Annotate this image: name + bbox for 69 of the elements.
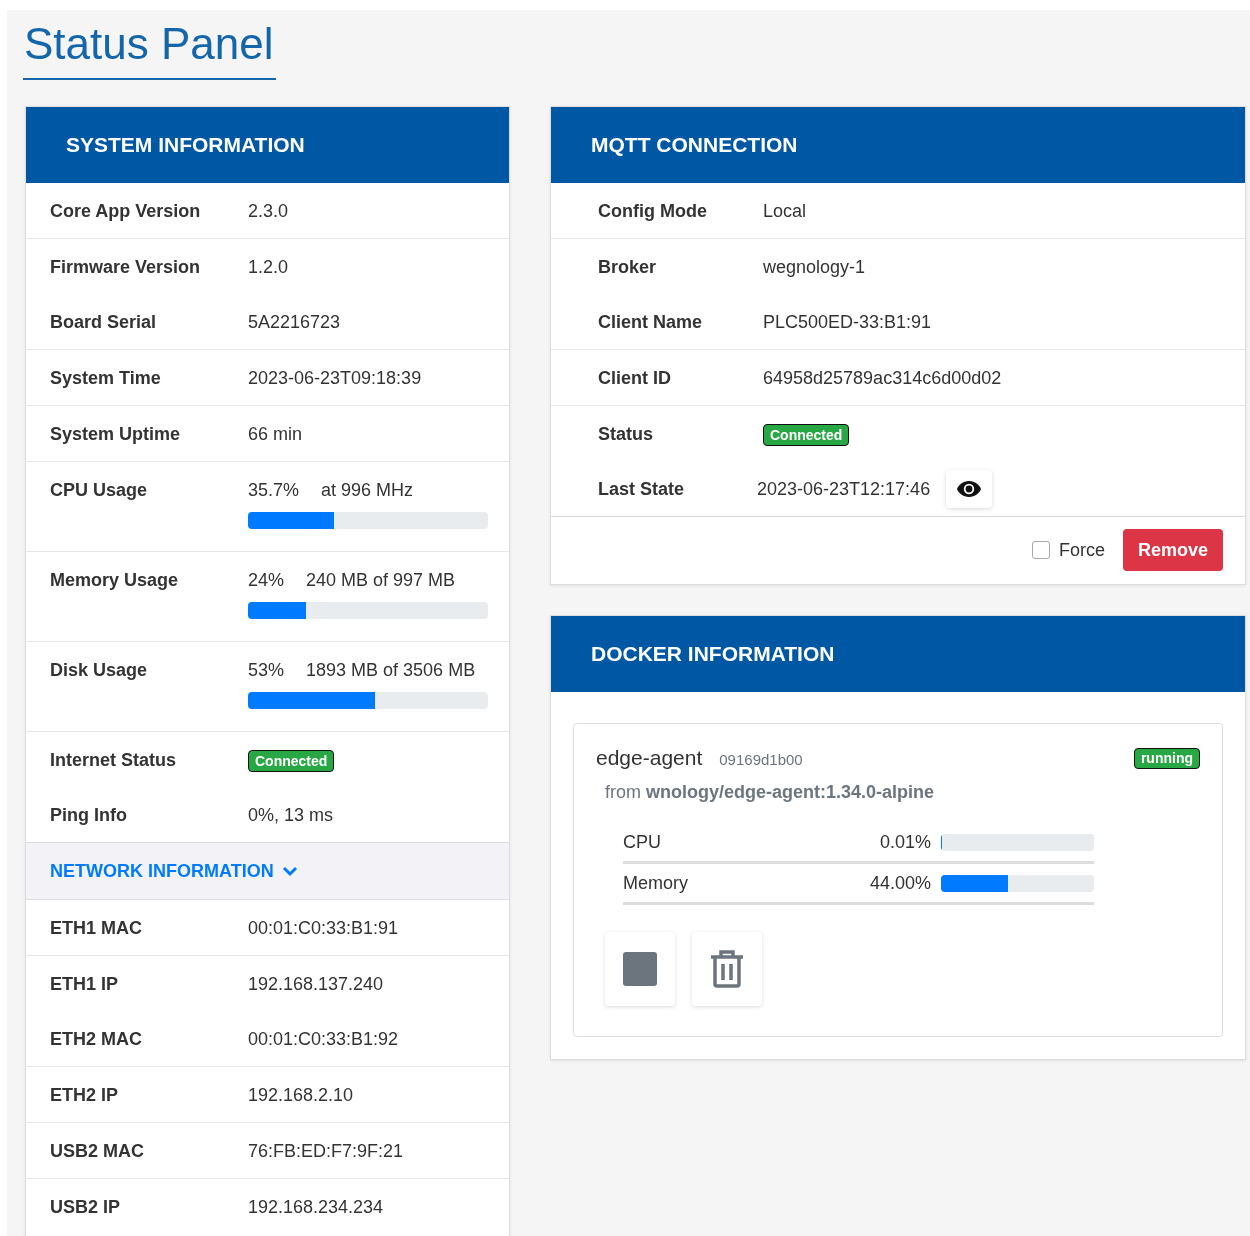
section-toggle[interactable]: NETWORK INFORMATION	[50, 860, 298, 882]
field-label: System Time	[50, 367, 162, 390]
card-header: DOCKER INFORMATION	[551, 616, 1245, 692]
field-label: USB2 MAC	[50, 1140, 145, 1163]
delete-button[interactable]	[692, 932, 762, 1006]
usage-detail: 240 MB of 997 MB	[306, 569, 456, 592]
metric-label: CPU	[623, 832, 662, 853]
usage-percent: 53%	[248, 659, 285, 682]
field-label: Ping Info	[50, 804, 128, 827]
field-label: CPU Usage	[50, 479, 149, 502]
field-label: Disk Usage	[50, 659, 149, 682]
field-value: 192.168.234.234	[248, 1196, 384, 1219]
field-label: System Uptime	[50, 423, 182, 446]
field-value: 76:FB:ED:F7:9F:21	[248, 1140, 404, 1163]
view-button[interactable]	[946, 470, 993, 508]
field-value: 2.3.0	[248, 200, 289, 223]
card-header: SYSTEM INFORMATION	[26, 107, 509, 183]
field-value: 2023-06-23T12:17:46	[757, 478, 931, 501]
page-title: Status Panel	[23, 10, 276, 80]
field-value: Local	[763, 200, 807, 223]
status-badge: running	[1133, 747, 1200, 769]
usage-detail: 1893 MB of 3506 MB	[306, 659, 476, 682]
field-value: 5A2216723	[248, 311, 341, 334]
usage-detail: at 996 MHz	[321, 479, 414, 502]
field-label: Client ID	[598, 367, 672, 390]
field-value: 00:01:C0:33:B1:91	[248, 917, 399, 940]
field-label: Client Name	[598, 311, 704, 334]
metric-value: 0.01%	[878, 832, 931, 853]
container-id: 09169d1b00	[719, 751, 803, 768]
field-value: 2023-06-23T09:18:39	[248, 367, 422, 390]
card-header: MQTT CONNECTION	[551, 107, 1245, 183]
field-label: Board Serial	[50, 311, 158, 334]
field-label: ETH2 MAC	[50, 1028, 143, 1051]
field-value: 0%, 13 ms	[248, 804, 334, 827]
field-label: Internet Status	[50, 749, 178, 772]
field-value: 192.168.2.10	[248, 1084, 354, 1107]
field-label: Broker	[598, 256, 658, 279]
field-label: Config Mode	[598, 200, 708, 223]
field-value: 192.168.137.240	[248, 973, 384, 996]
field-label: ETH2 IP	[50, 1084, 120, 1107]
usage-percent: 35.7%	[248, 479, 300, 502]
field-value: 64958d25789ac314c6d00d02	[763, 367, 1002, 390]
field-label: Status	[598, 423, 654, 446]
metric-label: Memory	[623, 873, 689, 894]
field-label: Core App Version	[50, 200, 202, 223]
remove-button[interactable]: Remove	[1122, 529, 1223, 571]
status-badge: Connected	[248, 750, 335, 772]
chevron-icon	[281, 865, 298, 877]
trash-icon	[710, 950, 744, 988]
field-label: ETH1 MAC	[50, 917, 143, 940]
field-value: wegnology-1	[763, 256, 866, 279]
status-badge: Connected	[763, 424, 850, 446]
container-name: edge-agent	[596, 746, 703, 770]
image-name: from wnology/edge-agent:1.34.0-alpine	[605, 782, 936, 803]
stop-icon	[623, 952, 657, 986]
field-value: PLC500ED-33:B1:91	[763, 311, 932, 334]
field-label: Memory Usage	[50, 569, 180, 592]
usage-percent: 24%	[248, 569, 285, 592]
field-label: Firmware Version	[50, 256, 202, 279]
stop-button[interactable]	[605, 932, 675, 1006]
checkbox-label: Force	[1058, 539, 1105, 561]
field-value: 1.2.0	[248, 256, 289, 279]
eye-icon	[956, 480, 983, 498]
force-checkbox[interactable]	[1031, 541, 1050, 559]
field-label: ETH1 IP	[50, 973, 120, 996]
field-label: USB2 IP	[50, 1196, 122, 1219]
field-value: 00:01:C0:33:B1:92	[248, 1028, 399, 1051]
metric-value: 44.00%	[868, 873, 931, 894]
field-value: 66 min	[248, 423, 303, 446]
